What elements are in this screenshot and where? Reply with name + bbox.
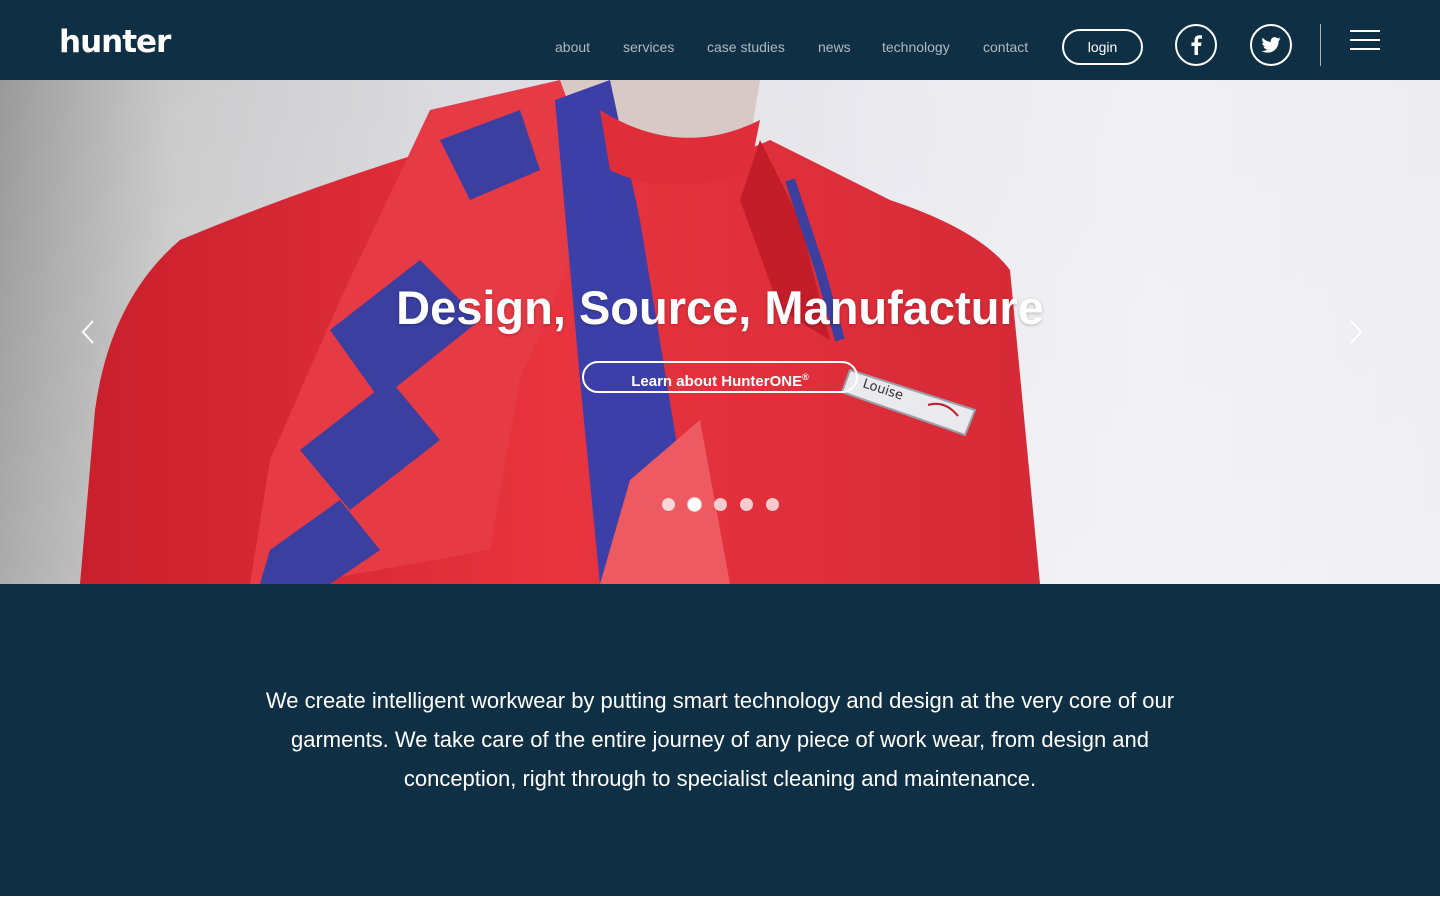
- nav-link-news[interactable]: news: [818, 38, 851, 56]
- nav-link-technology[interactable]: technology: [882, 38, 950, 56]
- login-button[interactable]: login: [1062, 29, 1143, 65]
- hero-slider: Louise Design, Source, Manufacture Learn…: [0, 80, 1440, 584]
- site-header: hunter about services case studies news …: [0, 0, 1440, 80]
- learn-hunterone-button[interactable]: Learn about HunterONE®: [582, 361, 858, 393]
- facebook-icon: [1191, 35, 1202, 55]
- nav-link-services[interactable]: services: [623, 38, 674, 56]
- slider-dot-3[interactable]: [714, 498, 727, 511]
- slider-dot-1[interactable]: [662, 498, 675, 511]
- intro-paragraph: We create intelligent workwear by puttin…: [265, 688, 1175, 791]
- header-divider: [1320, 24, 1321, 66]
- slider-dot-4[interactable]: [740, 498, 753, 511]
- page-bottom-edge: [0, 896, 1440, 900]
- twitter-button[interactable]: [1250, 24, 1292, 66]
- facebook-button[interactable]: [1175, 24, 1217, 66]
- cta-registered-mark: ®: [802, 372, 809, 382]
- cta-label: Learn about HunterONE: [631, 373, 803, 390]
- hero-title: Design, Source, Manufacture: [396, 281, 1044, 334]
- intro-section: We create intelligent workwear by puttin…: [0, 584, 1440, 896]
- hunter-logo[interactable]: hunter: [59, 22, 171, 62]
- slider-dot-2[interactable]: [688, 498, 701, 511]
- nav-link-contact[interactable]: contact: [983, 38, 1028, 56]
- nav-link-about[interactable]: about: [555, 38, 590, 56]
- nav-link-case-studies[interactable]: case studies: [707, 38, 785, 56]
- hamburger-menu-button[interactable]: [1350, 30, 1382, 52]
- twitter-icon: [1261, 37, 1281, 53]
- slider-dot-5[interactable]: [766, 498, 779, 511]
